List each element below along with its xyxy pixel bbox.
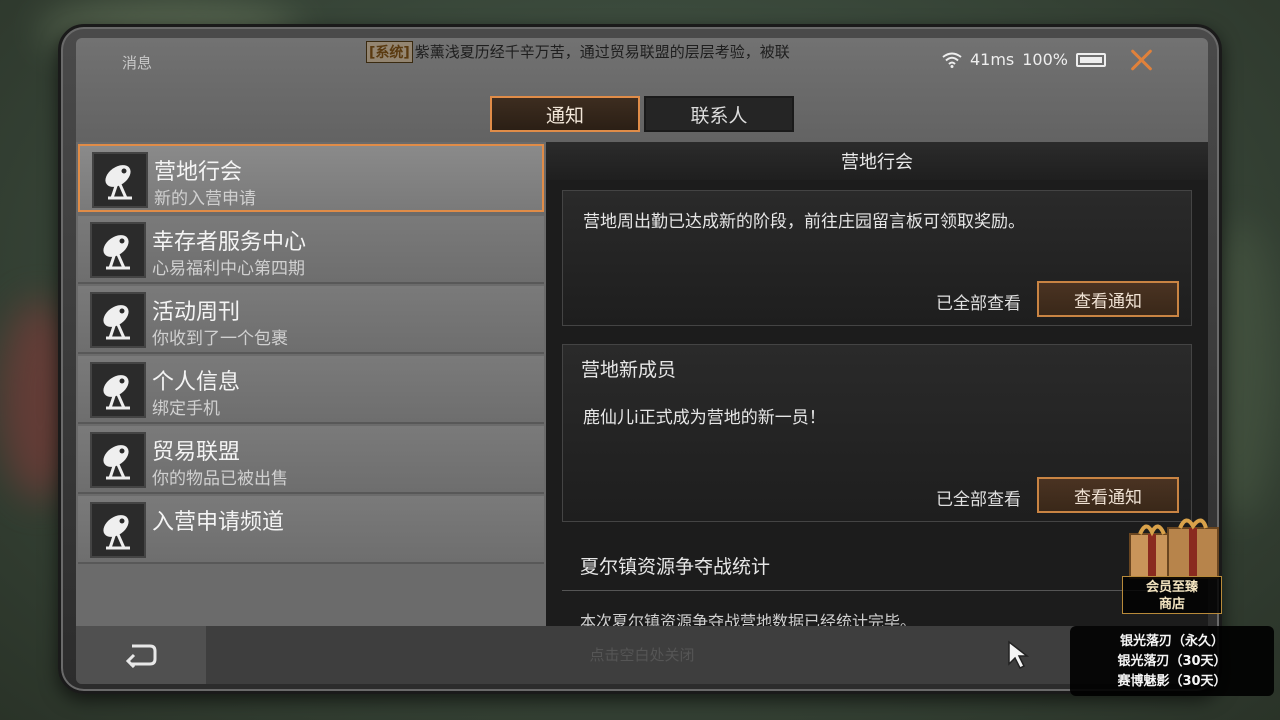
vip-shop-line2: 商店 (1158, 597, 1185, 612)
list-item-title: 个人信息 (152, 370, 241, 395)
close-icon[interactable] (1128, 46, 1156, 74)
promo-line: 银光落刃（永久） (1119, 634, 1224, 649)
system-ticker: [系统] 紫薰浅夏历经千辛万苦，通过贸易联盟的层层考验，被联 (366, 41, 790, 63)
cursor-icon (1008, 640, 1030, 670)
list-item-subtitle: 绑定手机 (152, 399, 220, 419)
vip-shop-label: 会员至臻 商店 (1122, 576, 1222, 614)
notification-card: 营地新成员 鹿仙儿i正式成为营地的新一员！ 已全部查看 查看通知 (562, 344, 1192, 522)
radar-dish-icon (90, 432, 146, 488)
promo-overlay: 银光落刃（永久） 银光落刃（30天） 赛博魅影（30天） (1070, 626, 1274, 696)
list-item-survivor-service[interactable]: 幸存者服务中心 心易福利中心第四期 (78, 216, 544, 284)
list-item-camp-guild[interactable]: 营地行会 新的入营申请 (78, 144, 544, 212)
list-item-activity-weekly[interactable]: 活动周刊 你收到了一个包裹 (78, 286, 544, 354)
radar-dish-icon (90, 222, 146, 278)
status-indicators: 41ms 100% (942, 50, 1106, 69)
all-viewed-label: 已全部查看 (936, 294, 1021, 314)
view-notification-button[interactable]: 查看通知 (1037, 281, 1179, 317)
wifi-icon (942, 52, 962, 68)
card-text: 营地周出勤已达成新的阶段，前往庄园留言板可领取奖励。 (583, 212, 1025, 232)
radar-dish-icon (92, 152, 148, 208)
channel-list: 营地行会 新的入营申请 幸存者服务中心 心易福利中心第四期 活动周刊 你收到了一… (76, 142, 546, 626)
tab-contacts[interactable]: 联系人 (644, 96, 794, 132)
list-item-camp-application[interactable]: 入营申请频道 (78, 496, 544, 564)
promo-line: 银光落刃（30天） (1117, 654, 1227, 669)
close-hint: 点击空白处关闭 (589, 646, 695, 664)
radar-dish-icon (90, 362, 146, 418)
battery-icon (1076, 52, 1106, 67)
panel-title: 营地行会 (546, 142, 1208, 180)
radar-dish-icon (90, 502, 146, 558)
vip-shop-button[interactable]: 会员至臻 商店 (1118, 512, 1228, 614)
tab-bar: 通知 联系人 (490, 96, 794, 132)
list-item-title: 贸易联盟 (152, 440, 241, 465)
list-item-title: 幸存者服务中心 (152, 230, 307, 255)
vip-shop-line1: 会员至臻 (1145, 580, 1198, 595)
list-item-subtitle: 心易福利中心第四期 (152, 259, 305, 279)
divider (562, 590, 1192, 591)
list-item-subtitle: 新的入营申请 (154, 189, 256, 209)
card-title: 营地新成员 (581, 359, 677, 381)
list-item-trade-alliance[interactable]: 贸易联盟 你的物品已被出售 (78, 426, 544, 494)
ticker-text: 紫薰浅夏历经千辛万苦，通过贸易联盟的层层考验，被联 (414, 43, 790, 61)
gift-box-icon (1129, 518, 1219, 579)
all-viewed-label: 已全部查看 (936, 490, 1021, 510)
latency-text: 41ms (969, 50, 1015, 69)
bottom-bar: 点击空白处关闭 (76, 626, 1208, 684)
list-item-subtitle: 你的物品已被出售 (152, 469, 288, 489)
list-item-title: 活动周刊 (152, 300, 241, 325)
notification-card: 营地周出勤已达成新的阶段，前往庄园留言板可领取奖励。 已全部查看 查看通知 (562, 190, 1192, 326)
list-item-title: 入营申请频道 (152, 510, 285, 535)
screen-title: 消息 (122, 54, 153, 72)
battery-text: 100% (1022, 50, 1068, 69)
list-item-subtitle: 你收到了一个包裹 (152, 329, 288, 349)
tab-notifications[interactable]: 通知 (490, 96, 640, 132)
radar-dish-icon (90, 292, 146, 348)
list-item-personal-info[interactable]: 个人信息 绑定手机 (78, 356, 544, 424)
ticker-tag: [系统] (366, 41, 413, 63)
list-item-title: 营地行会 (154, 160, 243, 185)
promo-line: 赛博魅影（30天） (1117, 674, 1227, 689)
card-text: 鹿仙儿i正式成为营地的新一员！ (583, 408, 826, 428)
card-title: 夏尔镇资源争夺战统计 (580, 556, 771, 578)
notification-panel: 营地行会 营地周出勤已达成新的阶段，前往庄园留言板可领取奖励。 已全部查看 查看… (546, 142, 1208, 631)
view-notification-button[interactable]: 查看通知 (1037, 477, 1179, 513)
message-screen: 消息 [系统] 紫薰浅夏历经千辛万苦，通过贸易联盟的层层考验，被联 41ms 10… (76, 38, 1208, 684)
